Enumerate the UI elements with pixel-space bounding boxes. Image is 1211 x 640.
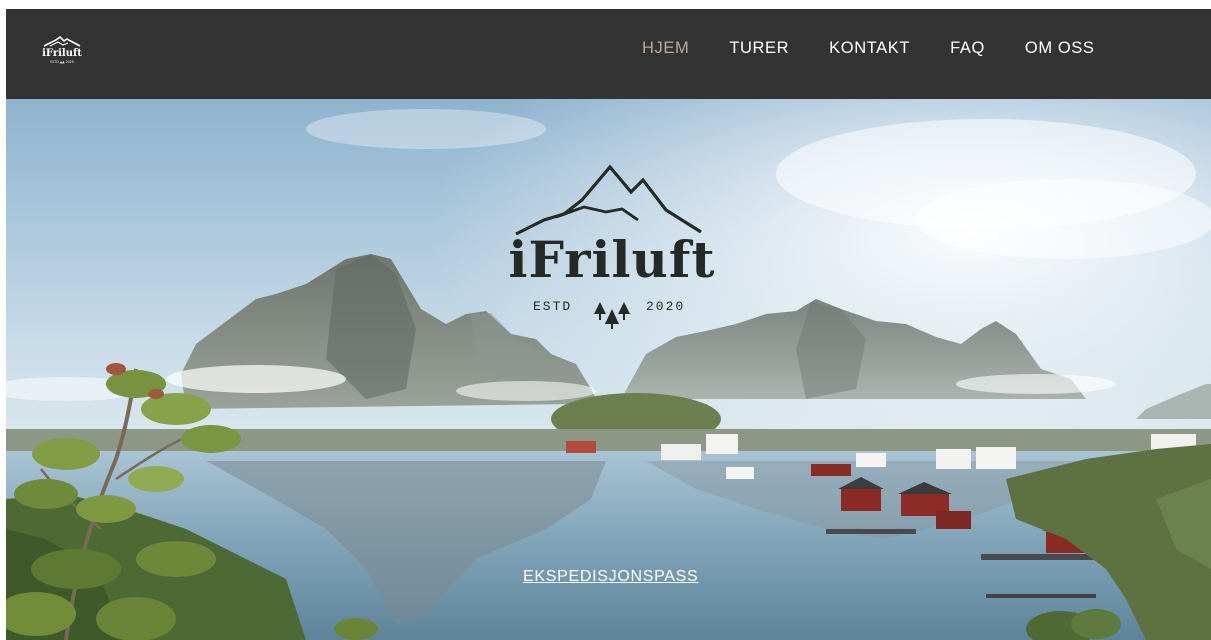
- hero-section: iFriluft ESTD 2020 EKSPEDISJONSPASS: [6, 99, 1211, 640]
- main-menu: HJEM TURER KONTAKT FAQ OM OSS: [642, 37, 1135, 59]
- nav-item-hjem[interactable]: HJEM: [642, 39, 689, 58]
- hero-estd-label: ESTD: [533, 299, 573, 314]
- logo-wordmark: iFriluft: [42, 48, 82, 59]
- page: iFriluft ESTD ▲▲ 2020 HJEM TURER KONTAKT…: [6, 9, 1211, 640]
- nav-item-kontakt[interactable]: KONTAKT: [829, 39, 910, 58]
- top-navigation-bar: iFriluft ESTD ▲▲ 2020 HJEM TURER KONTAKT…: [6, 9, 1211, 99]
- hero-year-label: 2020: [646, 299, 686, 314]
- mountain-logo-icon: iFriluft ESTD ▲▲ 2020: [42, 35, 82, 64]
- nav-item-faq[interactable]: FAQ: [950, 39, 985, 58]
- ekspedisjonspass-link[interactable]: EKSPEDISJONSPASS: [523, 568, 698, 586]
- logo-tagline: ESTD ▲▲ 2020: [50, 60, 73, 64]
- site-logo-link[interactable]: iFriluft ESTD ▲▲ 2020: [38, 32, 86, 68]
- nav-item-turer[interactable]: TURER: [729, 39, 789, 58]
- hero-brand-title: iFriluft: [508, 230, 716, 289]
- pine-trees-icon: [594, 302, 606, 314]
- nav-item-om-oss[interactable]: OM OSS: [1025, 39, 1095, 58]
